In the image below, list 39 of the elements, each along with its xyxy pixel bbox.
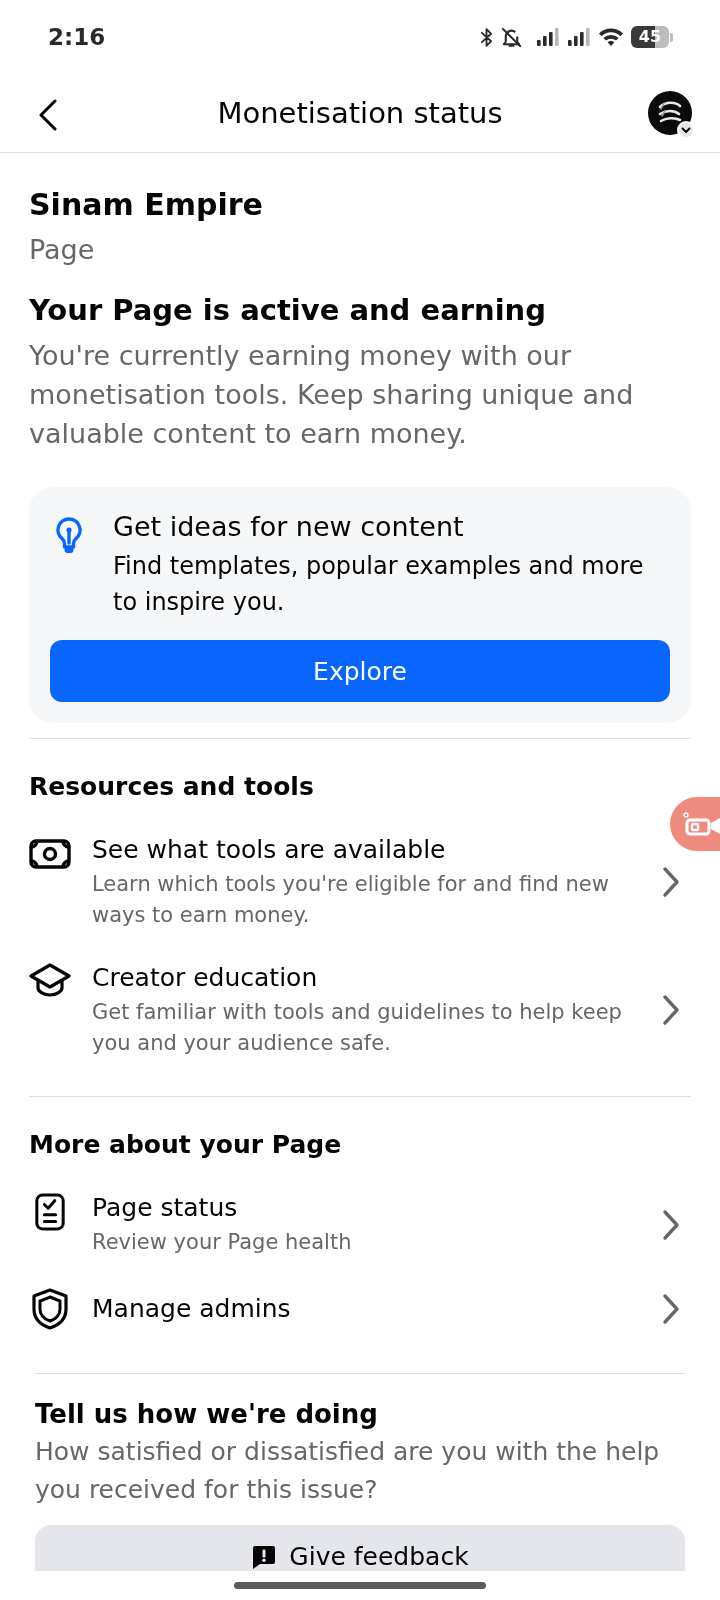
- back-icon[interactable]: [38, 99, 58, 131]
- video-camera-icon: [683, 812, 720, 836]
- list-item-description: Review your Page health: [92, 1229, 353, 1256]
- list-item-title[interactable]: Page status: [92, 1191, 650, 1225]
- page-name: Sinam Empire: [29, 186, 264, 224]
- status-heading: Your Page is active and earning: [29, 292, 547, 329]
- clipboard-check-icon: [34, 1192, 66, 1232]
- page-avatar[interactable]: [648, 91, 692, 135]
- explore-button[interactable]: Explore: [50, 640, 670, 702]
- list-item-title[interactable]: See what tools are available: [92, 833, 650, 867]
- feedback-description: How satisfied or dissatisfied are you with the help you received for this issue?: [35, 1436, 661, 1506]
- chevron-down-icon[interactable]: [677, 121, 695, 139]
- bluetooth-icon: [480, 25, 493, 49]
- list-item-description: Learn which tools you're eligible for and find new ways to earn money.: [92, 871, 610, 929]
- give-feedback-button[interactable]: Give feedback: [35, 1525, 685, 1571]
- signal-icon: [567, 27, 591, 47]
- signal-icon: [536, 27, 560, 47]
- wifi-icon: [598, 27, 624, 47]
- bell-off-icon: [500, 25, 523, 49]
- card-description: Find templates, popular examples and more to inspire you.: [113, 551, 645, 618]
- section-heading: More about your Page: [29, 1129, 343, 1161]
- list-item-description: Get familiar with tools and guidelines to help keep you and your audience safe.: [92, 999, 623, 1057]
- banknote-icon: [29, 839, 71, 869]
- chevron-right-icon[interactable]: [662, 1293, 680, 1325]
- list-item-title[interactable]: Creator education: [92, 961, 650, 995]
- chevron-right-icon[interactable]: [662, 866, 680, 898]
- status-description: You're currently earning money with our monetisation tools. Keep sharing unique and valuable content to earn money.: [29, 339, 635, 451]
- feedback-icon: [251, 1544, 278, 1570]
- graduation-cap-icon: [29, 963, 71, 997]
- status-time: 2:16: [48, 25, 106, 49]
- chevron-right-icon[interactable]: [662, 1208, 680, 1241]
- page-type: Page: [29, 233, 96, 267]
- list-item-title[interactable]: Manage admins: [92, 1292, 650, 1326]
- chevron-right-icon[interactable]: [662, 994, 680, 1026]
- card-title: Get ideas for new content: [113, 510, 465, 544]
- page-title: Monetisation status: [217, 95, 503, 131]
- feedback-heading: Tell us how we're doing: [35, 1398, 379, 1431]
- shield-icon: [32, 1288, 68, 1330]
- section-heading: Resources and tools: [29, 771, 315, 803]
